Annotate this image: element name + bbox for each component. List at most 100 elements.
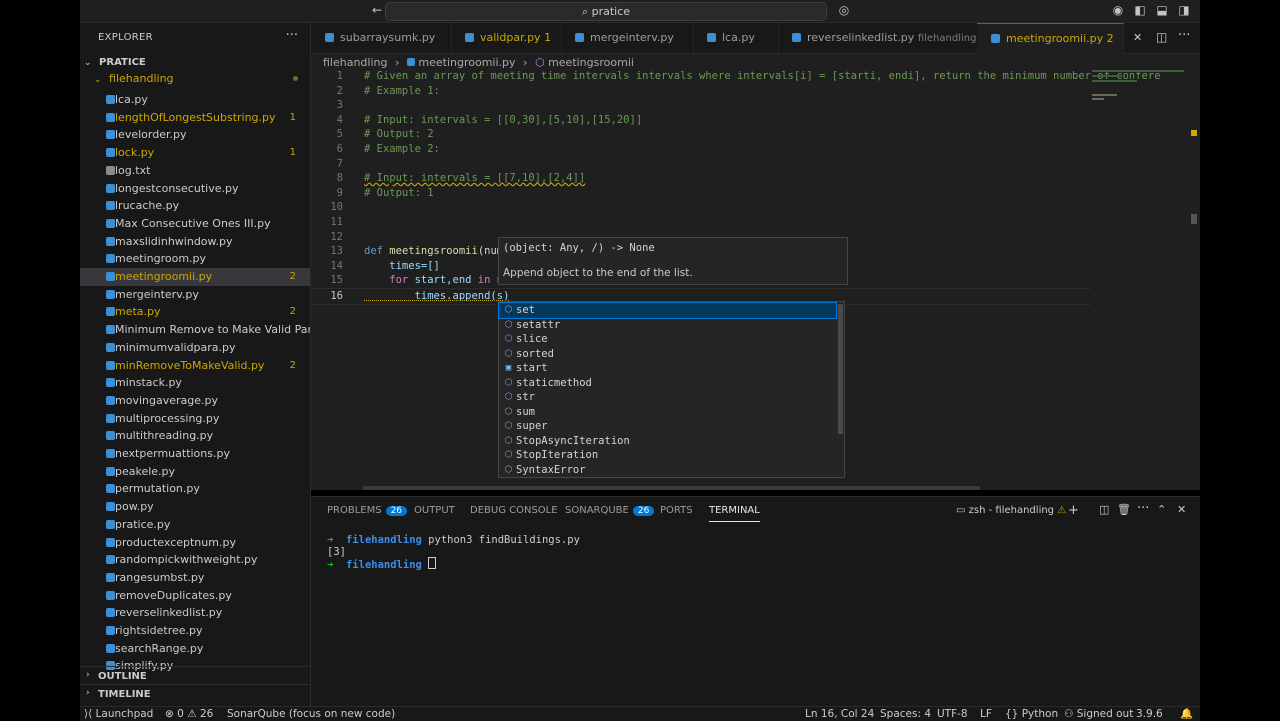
timeline-section[interactable]: › TIMELINE bbox=[80, 684, 310, 703]
split-terminal-icon[interactable]: ◫ bbox=[1099, 503, 1109, 516]
cursor-position[interactable]: Ln 16, Col 24 bbox=[805, 707, 874, 721]
file-item[interactable]: multithreading.py bbox=[80, 427, 310, 445]
file-item[interactable]: lock.py 1 bbox=[80, 144, 310, 162]
breadcrumb-symbol[interactable]: meetingsroomii bbox=[548, 56, 634, 69]
file-item[interactable]: productexceptnum.py bbox=[80, 534, 310, 552]
file-item[interactable]: minimumvalidpara.py bbox=[80, 339, 310, 357]
code-line[interactable]: 3 bbox=[311, 98, 1091, 113]
more-actions-icon[interactable]: ··· bbox=[1137, 501, 1149, 516]
file-item[interactable]: minRemoveToMakeValid.py 2 bbox=[80, 357, 310, 375]
copilot-icon[interactable]: ◎ bbox=[837, 3, 851, 17]
file-item[interactable]: meetingroom.py bbox=[80, 250, 310, 268]
file-item[interactable]: searchRange.py bbox=[80, 640, 310, 658]
panel-tab[interactable]: SONARQUBE 26 bbox=[565, 505, 655, 516]
file-item[interactable]: longestconsecutive.py bbox=[80, 180, 310, 198]
problems-indicator[interactable]: ⊗ 0 ⚠ 26 bbox=[165, 707, 213, 721]
code-line[interactable]: 1 # Given an array of meeting time interv… bbox=[311, 69, 1161, 84]
trash-icon[interactable]: 🗑 bbox=[1117, 503, 1131, 516]
workspace-root[interactable]: ⌄ PRATICE bbox=[84, 55, 146, 68]
notifications-icon[interactable]: 🔔 bbox=[1180, 707, 1193, 721]
file-item[interactable]: lca.py bbox=[80, 91, 310, 109]
file-item[interactable]: nextpermuattions.py bbox=[80, 445, 310, 463]
terminal-instance[interactable]: ▭ zsh - filehandling ⚠ bbox=[956, 505, 1066, 516]
scrollbar-thumb[interactable] bbox=[1191, 214, 1197, 224]
file-item[interactable]: peakele.py bbox=[80, 463, 310, 481]
toggle-sidebar-icon[interactable]: ◧ bbox=[1133, 3, 1147, 17]
panel-tab[interactable]: DEBUG CONSOLE bbox=[470, 505, 558, 516]
suggestion-item[interactable]: ⬡ sorted bbox=[499, 347, 836, 362]
suggestion-item[interactable]: ▣ start bbox=[499, 361, 836, 376]
editor-tab[interactable]: subarraysumk.py bbox=[311, 23, 452, 53]
panel-tab[interactable]: PORTS bbox=[660, 505, 693, 516]
command-center-search[interactable]: ⌕ pratice bbox=[385, 2, 827, 21]
remote-indicator[interactable]: ⟩⟨ Launchpad bbox=[84, 707, 153, 721]
code-line[interactable]: 7 bbox=[311, 157, 1091, 172]
outline-section[interactable]: › OUTLINE bbox=[80, 666, 310, 685]
editor-tab[interactable]: meetingroomii.py 2 bbox=[977, 23, 1124, 54]
file-item[interactable]: rangesumbst.py bbox=[80, 569, 310, 587]
code-line[interactable]: 6 # Example 2: bbox=[311, 142, 1091, 157]
file-item[interactable]: pratice.py bbox=[80, 516, 310, 534]
editor-tab[interactable]: reverselinkedlist.py filehandling bbox=[778, 23, 978, 53]
folder-filehandling[interactable]: ⌄ filehandling bbox=[94, 72, 306, 89]
more-actions-icon[interactable]: ··· bbox=[1178, 28, 1190, 43]
new-terminal-icon[interactable]: + bbox=[1068, 503, 1079, 518]
account-icon[interactable]: ◉ bbox=[1111, 3, 1125, 17]
suggestion-item[interactable]: ⬡ slice bbox=[499, 332, 836, 347]
code-line[interactable]: 2 # Example 1: bbox=[311, 84, 1091, 99]
account-status[interactable]: ⚇ Signed out bbox=[1064, 707, 1133, 721]
file-item[interactable]: meta.py 2 bbox=[80, 303, 310, 321]
more-actions-icon[interactable]: ··· bbox=[286, 28, 298, 43]
panel-tab[interactable]: TERMINAL bbox=[709, 505, 760, 522]
code-line[interactable]: 11 bbox=[311, 215, 1091, 230]
file-item[interactable]: lengthOfLongestSubstring.py 1 bbox=[80, 109, 310, 127]
suggestion-item[interactable]: ⬡ StopIteration bbox=[499, 448, 836, 463]
file-item[interactable]: Max Consecutive Ones III.py bbox=[80, 215, 310, 233]
minimap[interactable] bbox=[1092, 68, 1188, 248]
back-icon[interactable]: ← bbox=[370, 3, 384, 17]
breadcrumb-file[interactable]: meetingroomii.py bbox=[418, 56, 515, 69]
file-item[interactable]: permutation.py bbox=[80, 480, 310, 498]
split-editor-icon[interactable]: ◫ bbox=[1156, 30, 1167, 44]
code-line[interactable]: 4 # Input: intervals = [[0,30],[5,10],[15… bbox=[311, 113, 1091, 128]
toggle-panel-icon[interactable]: ⬓ bbox=[1155, 3, 1169, 17]
editor-tab[interactable]: validpar.py 1 bbox=[451, 23, 562, 53]
file-item[interactable]: pow.py bbox=[80, 498, 310, 516]
toggle-secondary-sidebar-icon[interactable]: ◨ bbox=[1177, 3, 1191, 17]
file-item[interactable]: levelorder.py bbox=[80, 126, 310, 144]
suggestion-item[interactable]: ⬡ set bbox=[498, 302, 837, 319]
suggestion-item[interactable]: ⬡ super bbox=[499, 419, 836, 434]
editor-tab[interactable]: lca.py bbox=[693, 23, 779, 53]
suggestion-item[interactable]: ⬡ setattr bbox=[499, 318, 836, 333]
maximize-panel-icon[interactable]: ⌃ bbox=[1157, 503, 1166, 516]
code-line[interactable]: 10 bbox=[311, 200, 1091, 215]
file-item[interactable]: log.txt bbox=[80, 162, 310, 180]
file-item[interactable]: multiprocessing.py bbox=[80, 410, 310, 428]
suggestion-item[interactable]: ⬡ sum bbox=[499, 405, 836, 420]
suggestion-item[interactable]: ⬡ staticmethod bbox=[499, 376, 836, 391]
close-panel-icon[interactable]: ✕ bbox=[1177, 503, 1186, 516]
file-item[interactable]: maxslidinhwindow.py bbox=[80, 233, 310, 251]
file-item[interactable]: mergeinterv.py bbox=[80, 286, 310, 304]
panel-tab[interactable]: OUTPUT bbox=[414, 505, 455, 516]
file-item[interactable]: movingaverage.py bbox=[80, 392, 310, 410]
sonarqube-status[interactable]: SonarQube (focus on new code) bbox=[227, 707, 395, 721]
suggestion-item[interactable]: ⬡ str bbox=[499, 390, 836, 405]
suggestion-item[interactable]: ⬡ SyntaxError bbox=[499, 463, 836, 478]
horizontal-scrollbar[interactable] bbox=[363, 486, 980, 490]
file-item[interactable]: removeDuplicates.py bbox=[80, 587, 310, 605]
python-version[interactable]: 3.9.6 bbox=[1136, 707, 1163, 721]
indentation[interactable]: Spaces: 4 bbox=[880, 707, 931, 721]
code-line[interactable]: 8 # Input: intervals = [[7,10],[2,4]] bbox=[311, 171, 1091, 186]
panel-tab[interactable]: PROBLEMS 26 bbox=[327, 505, 408, 516]
breadcrumb-folder[interactable]: filehandling bbox=[323, 56, 388, 69]
close-tab-icon[interactable]: ✕ bbox=[1133, 31, 1142, 44]
encoding[interactable]: UTF-8 bbox=[937, 707, 968, 721]
language-mode[interactable]: {} Python bbox=[1005, 707, 1058, 721]
file-item[interactable]: reverselinkedlist.py bbox=[80, 604, 310, 622]
file-item[interactable]: randompickwithweight.py bbox=[80, 551, 310, 569]
code-line[interactable]: 5 # Output: 2 bbox=[311, 127, 1091, 142]
file-item[interactable]: Minimum Remove to Make Valid Paren... bbox=[80, 321, 310, 339]
file-item[interactable]: minstack.py bbox=[80, 374, 310, 392]
editor-tab[interactable]: mergeinterv.py bbox=[561, 23, 694, 53]
